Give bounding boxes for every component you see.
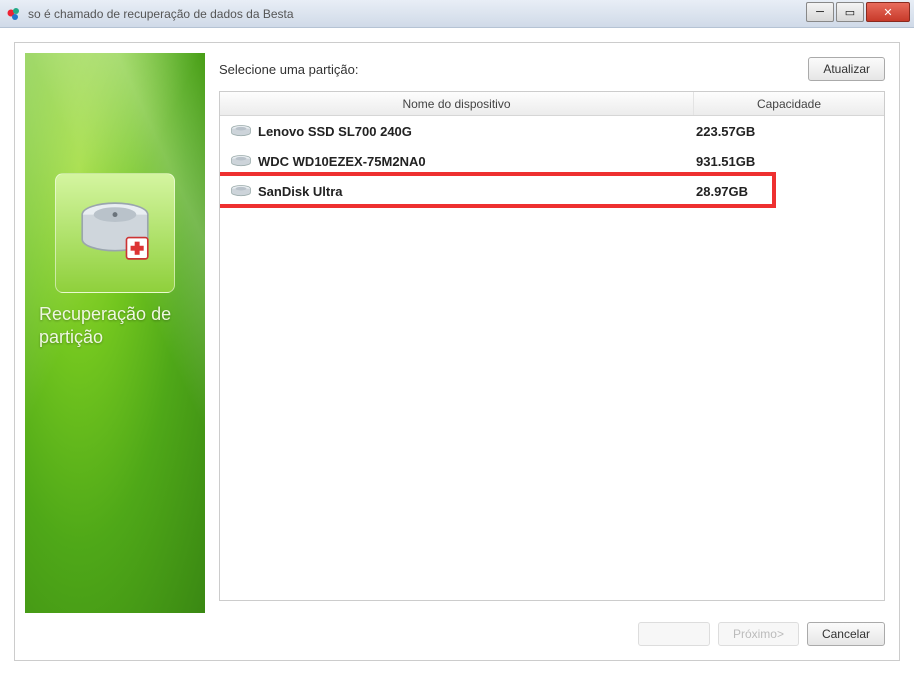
- window-title: so é chamado de recuperação de dados da …: [28, 7, 294, 21]
- device-capacity: 223.57GB: [696, 124, 876, 139]
- device-name: Lenovo SSD SL700 240G: [254, 124, 696, 139]
- table-row[interactable]: Lenovo SSD SL700 240G223.57GB: [220, 116, 884, 146]
- table-header: Nome do dispositivo Capacidade: [220, 92, 884, 116]
- next-button[interactable]: Próximo>: [718, 622, 799, 646]
- app-icon: [6, 6, 22, 22]
- device-table: Nome do dispositivo Capacidade Lenovo SS…: [219, 91, 885, 601]
- hard-drive-icon: [228, 123, 254, 139]
- device-name: WDC WD10EZEX-75M2NA0: [254, 154, 696, 169]
- main-panel: Selecione uma partição: Atualizar Nome d…: [219, 57, 885, 600]
- mode-label: Recuperação de partição: [39, 303, 199, 350]
- maximize-button[interactable]: ▭: [836, 2, 864, 22]
- column-header-capacity[interactable]: Capacidade: [694, 92, 884, 115]
- app-window: so é chamado de recuperação de dados da …: [0, 0, 914, 675]
- device-capacity: 931.51GB: [696, 154, 876, 169]
- table-row[interactable]: SanDisk Ultra28.97GB: [220, 176, 884, 206]
- cancel-button[interactable]: Cancelar: [807, 622, 885, 646]
- titlebar: so é chamado de recuperação de dados da …: [0, 0, 914, 28]
- content-area: Recuperação de partição Selecione uma pa…: [0, 28, 914, 675]
- table-body: Lenovo SSD SL700 240G223.57GBWDC WD10EZE…: [220, 116, 884, 206]
- mode-card: [55, 173, 175, 293]
- inner-frame: Recuperação de partição Selecione uma pa…: [14, 42, 900, 661]
- table-row[interactable]: WDC WD10EZEX-75M2NA0931.51GB: [220, 146, 884, 176]
- close-button[interactable]: ✕: [866, 2, 910, 22]
- instruction-text: Selecione uma partição:: [219, 62, 358, 77]
- back-button: [638, 622, 710, 646]
- instruction-row: Selecione uma partição: Atualizar: [219, 57, 885, 81]
- device-name: SanDisk Ultra: [254, 184, 696, 199]
- refresh-button[interactable]: Atualizar: [808, 57, 885, 81]
- minimize-button[interactable]: ─: [806, 2, 834, 22]
- hard-drive-icon: [74, 190, 156, 277]
- device-capacity: 28.97GB: [696, 184, 876, 199]
- hard-drive-icon: [228, 183, 254, 199]
- column-header-name[interactable]: Nome do dispositivo: [220, 92, 694, 115]
- wizard-footer: Próximo> Cancelar: [638, 622, 885, 646]
- hard-drive-icon: [228, 153, 254, 169]
- sidebar: Recuperação de partição: [25, 53, 205, 613]
- window-controls: ─ ▭ ✕: [806, 2, 910, 22]
